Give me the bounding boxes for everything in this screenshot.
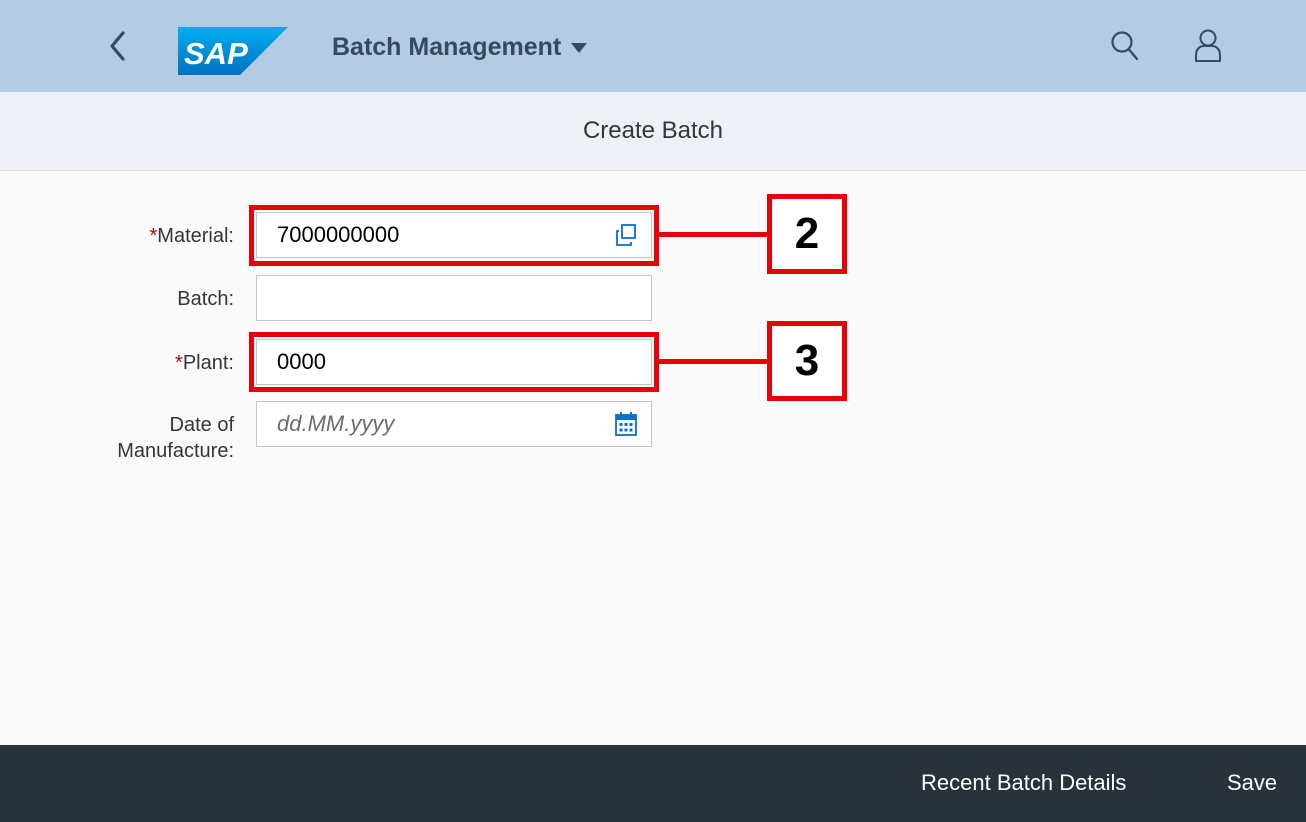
material-value: 7000000000 bbox=[277, 222, 400, 247]
callout-3-connector bbox=[659, 359, 767, 364]
callout-3-badge: 3 bbox=[767, 321, 847, 401]
back-button[interactable] bbox=[96, 22, 140, 70]
save-button[interactable]: Save bbox=[1227, 765, 1277, 801]
footer-toolbar: Recent Batch Details Save bbox=[0, 745, 1306, 822]
user-icon bbox=[1195, 29, 1221, 62]
calendar-icon[interactable] bbox=[613, 411, 639, 437]
svg-text:SAP: SAP bbox=[184, 36, 248, 71]
shell-bar: SAP Batch Management bbox=[0, 0, 1306, 92]
caret-down-icon bbox=[571, 43, 588, 53]
batch-input[interactable] bbox=[256, 275, 652, 321]
plant-label: *Plant: bbox=[175, 352, 234, 374]
manufacture-date-input[interactable]: dd.MM.yyyy bbox=[256, 401, 652, 447]
value-help-icon[interactable] bbox=[613, 222, 639, 248]
user-menu-button[interactable] bbox=[1184, 22, 1232, 70]
callout-2-badge: 2 bbox=[767, 194, 847, 274]
search-icon bbox=[1111, 31, 1139, 61]
callout-2-connector bbox=[659, 232, 767, 237]
date-placeholder: dd.MM.yyyy bbox=[277, 411, 395, 436]
manufacture-date-label: Date of Manufacture: bbox=[117, 414, 234, 462]
search-button[interactable] bbox=[1101, 22, 1149, 70]
required-marker: * bbox=[175, 352, 183, 374]
material-input[interactable]: 7000000000 bbox=[256, 212, 652, 258]
material-label: *Material: bbox=[149, 225, 235, 247]
app-title: Batch Management bbox=[332, 32, 562, 61]
page-header: Create Batch bbox=[0, 92, 1306, 171]
batch-label: Batch: bbox=[177, 288, 234, 310]
recent-batch-details-button[interactable]: Recent Batch Details bbox=[921, 765, 1126, 801]
chevron-left-icon bbox=[110, 31, 125, 61]
page-title: Create Batch bbox=[582, 117, 724, 144]
app-title-menu[interactable]: Batch Management bbox=[332, 28, 588, 66]
plant-input[interactable]: 0000 bbox=[256, 339, 652, 385]
plant-value: 0000 bbox=[277, 349, 326, 374]
sap-logo: SAP bbox=[178, 27, 288, 75]
